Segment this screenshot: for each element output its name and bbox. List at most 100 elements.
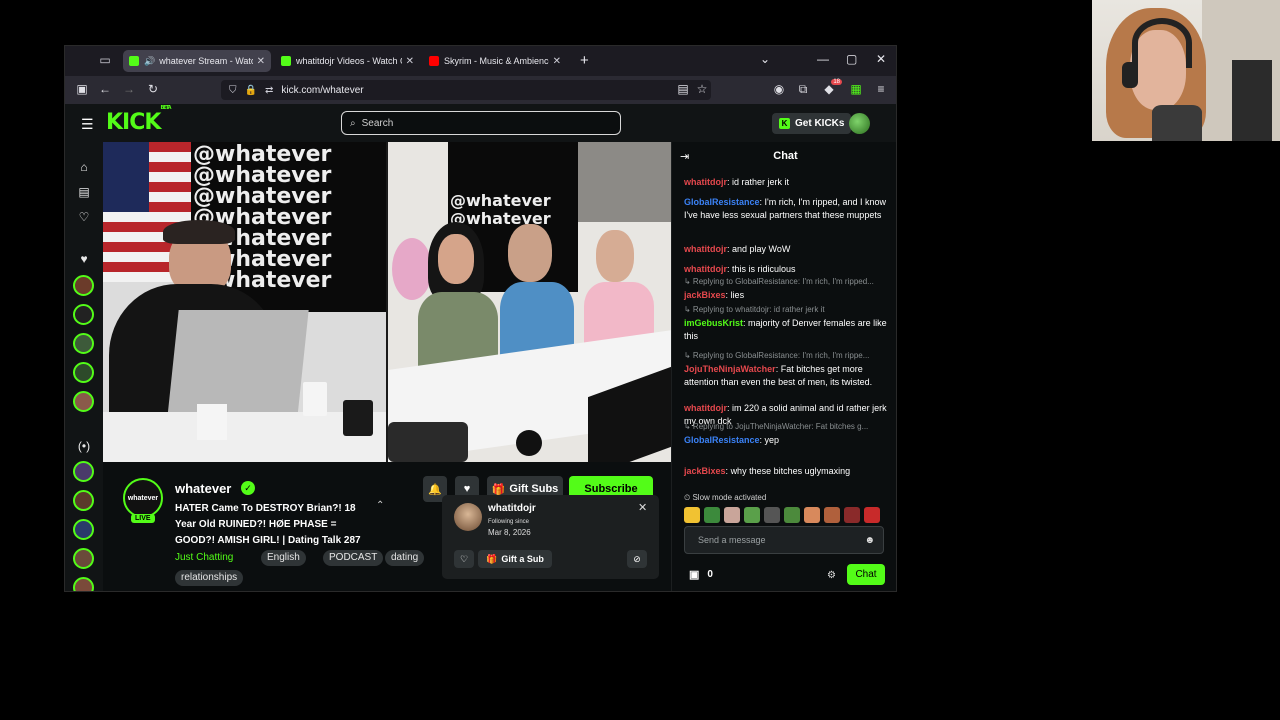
chat-username[interactable]: jackBixes <box>684 466 726 476</box>
search-input[interactable]: ⌕ Search <box>341 111 621 135</box>
guest-face <box>438 234 474 284</box>
channel-points[interactable]: ▣ 0 <box>689 568 713 581</box>
user-avatar[interactable] <box>849 113 870 134</box>
lock-icon[interactable]: 🔒 <box>245 85 257 96</box>
chat-username[interactable]: jackBixes <box>684 290 726 300</box>
close-tab-icon[interactable]: ✕ <box>553 56 561 67</box>
chevron-up-icon[interactable]: ⌃ <box>376 500 384 511</box>
video-player[interactable]: @whatever @whatever @whatever @whatever … <box>103 142 671 462</box>
chat-username[interactable]: GlobalResistance <box>684 435 760 445</box>
close-tab-icon[interactable]: ✕ <box>406 56 414 67</box>
tag-chip[interactable]: PODCAST <box>323 550 384 566</box>
follow-heart-button[interactable]: ♡ <box>454 550 474 568</box>
tab-title: whatitdojr Videos - Watch On-D <box>296 56 402 66</box>
user-card-username[interactable]: whatitdojr <box>488 503 536 514</box>
account-icon[interactable]: ◉ <box>771 82 787 96</box>
live-badge: LIVE <box>131 514 155 523</box>
recommended-channel-avatar[interactable] <box>73 519 94 540</box>
tag-chip[interactable]: English <box>261 550 306 566</box>
tab-youtube[interactable]: Skyrim - Music & Ambience - N ✕ <box>423 50 567 72</box>
chat-username[interactable]: JojuTheNinjaWatcher <box>684 364 776 374</box>
close-icon[interactable]: ✕ <box>638 501 647 514</box>
chat-username[interactable]: whatitdojr <box>684 264 727 274</box>
chat-username[interactable]: imGebusKrist <box>684 318 743 328</box>
extension-badge-icon[interactable]: ◆ 18 <box>821 79 842 96</box>
recommended-channel-avatar[interactable] <box>73 461 94 482</box>
wall-text-line: @whatever <box>450 191 551 210</box>
chat-username[interactable]: whatitdojr <box>684 177 727 187</box>
followed-channel-avatar[interactable] <box>73 391 94 412</box>
sidebar-toggle-icon[interactable]: ▣ <box>74 82 90 96</box>
emote[interactable] <box>764 507 780 523</box>
tab-list-icon[interactable]: ⌄ <box>760 52 770 66</box>
reply-reference[interactable]: ↳ Replying to GlobalResistance: I'm rich… <box>684 351 889 360</box>
reply-reference[interactable]: ↳ Replying to GlobalResistance: I'm rich… <box>684 277 889 286</box>
address-bar[interactable]: ⛉ 🔒 ⇄ kick.com/whatever <box>221 80 711 100</box>
recommended-channel-avatar[interactable] <box>73 548 94 569</box>
chat-input-placeholder: Send a message <box>698 535 766 545</box>
tab-tray-icon[interactable]: ▭ <box>97 53 113 69</box>
chat-message-input[interactable]: Send a message ☻ <box>684 526 884 554</box>
emote[interactable] <box>864 507 880 523</box>
emote[interactable] <box>844 507 860 523</box>
following-icon[interactable]: ♡ <box>77 210 91 224</box>
gift-a-sub-button[interactable]: 🎁 Gift a Sub <box>478 550 552 568</box>
chat-text: lies <box>730 290 745 300</box>
followed-channel-avatar[interactable] <box>73 304 94 325</box>
bookmark-star-icon[interactable]: ☆ <box>694 82 710 96</box>
followed-channel-avatar[interactable] <box>73 362 94 383</box>
emote[interactable] <box>804 507 820 523</box>
tag-chip[interactable]: relationships <box>175 570 244 586</box>
new-tab-icon[interactable]: + <box>580 52 589 69</box>
mute-user-button[interactable]: ⊘ <box>627 550 647 568</box>
channel-name[interactable]: whatever <box>175 481 231 496</box>
permissions-icon[interactable]: ⇄ <box>265 85 273 96</box>
tab-kick-stream[interactable]: 🔊 whatever Stream - Watch Li ✕ <box>123 50 271 72</box>
audio-icon[interactable]: 🔊 <box>144 56 155 67</box>
kick-logo[interactable]: KICKBETA <box>106 105 172 135</box>
search-icon: ⌕ <box>350 117 356 129</box>
hamburger-menu-icon[interactable]: ☰ <box>81 116 94 133</box>
forward-icon[interactable]: → <box>121 82 137 96</box>
browse-icon[interactable]: ▤ <box>77 185 91 199</box>
chat-username[interactable]: GlobalResistance <box>684 197 760 207</box>
chat-username[interactable]: whatitdojr <box>684 403 727 413</box>
chat-send-button[interactable]: Chat <box>847 564 885 585</box>
emote[interactable] <box>744 507 760 523</box>
recommended-channel-avatar[interactable] <box>73 490 94 511</box>
extensions-icon[interactable]: ⧉ <box>795 82 811 97</box>
minimize-icon[interactable]: — <box>817 52 829 66</box>
menu-icon[interactable]: ≡ <box>873 82 889 96</box>
close-tab-icon[interactable]: ✕ <box>257 56 265 67</box>
tag-chip[interactable]: dating <box>385 550 425 566</box>
chat-settings-icon[interactable]: ⚙ <box>827 570 836 581</box>
tab-kick-videos[interactable]: whatitdojr Videos - Watch On-D ✕ <box>275 50 420 72</box>
headphone-cup <box>1122 62 1138 88</box>
webcam-overlay <box>1092 0 1280 141</box>
close-window-icon[interactable]: ✕ <box>876 52 886 66</box>
chat-username[interactable]: whatitdojr <box>684 244 727 254</box>
emote[interactable] <box>724 507 740 523</box>
headphones-band <box>1132 18 1192 68</box>
recommended-channel-avatar[interactable] <box>73 577 94 591</box>
followed-channel-avatar[interactable] <box>73 333 94 354</box>
maximize-icon[interactable]: ▢ <box>846 52 857 66</box>
back-icon[interactable]: ← <box>97 82 113 96</box>
get-kicks-button[interactable]: K Get KICKs <box>772 113 852 134</box>
extension-kick-icon[interactable]: ▦ <box>848 82 864 96</box>
shield-icon[interactable]: ⛉ <box>229 85 237 96</box>
home-icon[interactable]: ⌂ <box>77 160 91 174</box>
emote[interactable] <box>684 507 700 523</box>
nav-bar: ▣ ← → ↻ ⛉ 🔒 ⇄ kick.com/whatever ▤ ☆ ◉ ⧉ … <box>65 76 896 104</box>
reply-reference[interactable]: ↳ Replying to whatitdojr: id rather jerk… <box>684 305 889 314</box>
reply-reference[interactable]: ↳ Replying to JojuTheNinjaWatcher: Fat b… <box>684 422 889 431</box>
category-link[interactable]: Just Chatting <box>175 552 233 563</box>
followed-channel-avatar[interactable] <box>73 275 94 296</box>
emoji-icon[interactable]: ☻ <box>864 535 875 546</box>
emote[interactable] <box>784 507 800 523</box>
emote[interactable] <box>824 507 840 523</box>
reload-icon[interactable]: ↻ <box>145 82 161 96</box>
channel-avatar[interactable]: whatever <box>123 478 163 518</box>
emote[interactable] <box>704 507 720 523</box>
reader-view-icon[interactable]: ▤ <box>675 82 691 96</box>
